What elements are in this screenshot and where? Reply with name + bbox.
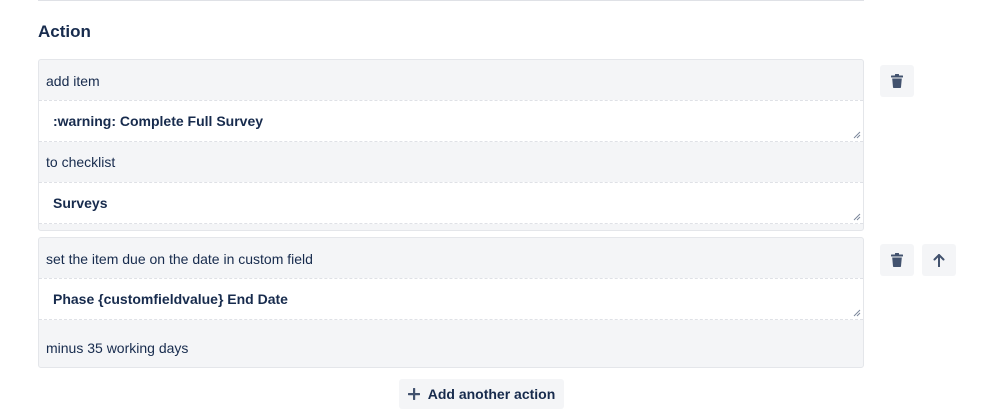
action-text: set the item due on the date in custom f… [46,251,313,267]
delete-action-button[interactable] [880,244,914,276]
move-up-button[interactable] [922,244,956,276]
add-another-action-label: Add another action [427,386,556,402]
arrow-up-icon [933,253,945,267]
trash-icon [891,253,903,267]
custom-field-textarea[interactable]: Phase {customfieldvalue} End Date [39,278,863,320]
action-text: minus 35 working days [46,340,189,356]
action-card: set the item due on the date in custom f… [38,237,864,368]
action-text: add item [46,73,100,89]
textarea-value: Phase {customfieldvalue} End Date [53,291,288,307]
plus-icon [407,388,420,400]
action-card: add item :warning: Complete Full Survey … [38,59,864,231]
delete-action-button[interactable] [880,65,914,97]
trash-icon [891,74,903,88]
checklist-item-textarea[interactable]: :warning: Complete Full Survey [39,100,863,142]
checklist-name-textarea[interactable]: Surveys [39,182,863,224]
resize-handle-icon[interactable] [853,309,861,317]
top-divider [38,0,864,1]
add-another-action-button[interactable]: Add another action [399,379,564,409]
resize-handle-icon[interactable] [853,131,861,139]
action-text: to checklist [46,154,116,170]
textarea-value: :warning: Complete Full Survey [53,113,264,129]
resize-handle-icon[interactable] [853,213,861,221]
textarea-value: Surveys [53,195,108,211]
section-title: Action [38,22,91,41]
